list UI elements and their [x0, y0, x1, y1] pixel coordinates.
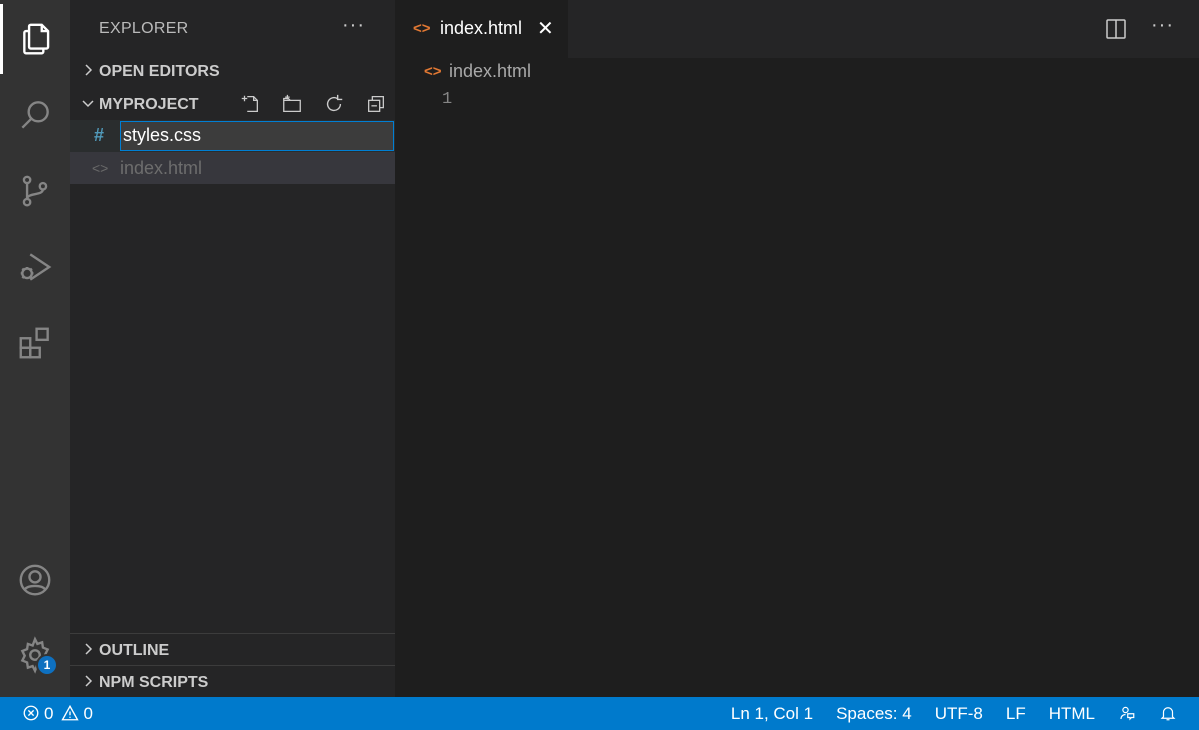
error-count: 0 — [44, 704, 54, 723]
sidebar-header: EXPLORER ··· — [70, 0, 395, 58]
section-npm-scripts[interactable]: NPM SCRIPTS — [70, 665, 395, 697]
cursor-position[interactable]: Ln 1, Col 1 — [731, 704, 813, 724]
tree-row-index-html[interactable]: <> index.html — [70, 152, 395, 184]
more-actions-icon[interactable]: ··· — [1151, 14, 1174, 37]
section-open-editors[interactable]: OPEN EDITORS — [70, 55, 395, 87]
end-of-line[interactable]: LF — [1006, 704, 1026, 724]
language-mode[interactable]: HTML — [1049, 704, 1095, 724]
section-label: NPM SCRIPTS — [99, 674, 209, 691]
notifications-bell-icon[interactable] — [1159, 704, 1177, 724]
split-editor-icon[interactable] — [1104, 17, 1128, 41]
html-file-icon: <> — [413, 20, 431, 37]
run-debug-icon[interactable] — [0, 232, 70, 302]
tab-label: index.html — [440, 18, 523, 38]
line-number: 1 — [442, 90, 453, 109]
tree-row-new-file: # styles.css — [70, 120, 395, 152]
section-myproject[interactable]: MYPROJECT — [70, 88, 395, 120]
source-control-icon[interactable] — [0, 156, 70, 226]
chevron-right-icon — [85, 64, 93, 76]
more-actions-icon[interactable]: ··· — [342, 14, 365, 37]
search-icon[interactable] — [0, 80, 70, 150]
file-name: index.html — [120, 158, 203, 178]
section-outline[interactable]: OUTLINE — [70, 633, 395, 665]
html-file-icon: <> — [92, 160, 109, 176]
indentation[interactable]: Spaces: 4 — [836, 704, 912, 724]
section-label: OUTLINE — [99, 642, 170, 659]
new-file-icon[interactable] — [236, 92, 264, 116]
explorer-icon[interactable] — [0, 4, 70, 74]
status-right: Ln 1, Col 1 Spaces: 4 UTF-8 LF HTML — [708, 704, 1177, 724]
section-label: MYPROJECT — [99, 96, 199, 113]
chevron-down-icon — [82, 100, 94, 108]
collapse-all-icon[interactable] — [362, 92, 390, 116]
problems-indicator[interactable]: 0 0 — [22, 704, 93, 724]
encoding[interactable]: UTF-8 — [935, 704, 983, 724]
settings-badge: 1 — [36, 654, 58, 676]
breadcrumb: <> index.html — [395, 58, 1199, 86]
breadcrumb-item[interactable]: index.html — [449, 61, 531, 82]
editor-tabs: <> index.html ✕ ··· — [395, 0, 1199, 58]
account-icon[interactable] — [0, 545, 70, 615]
refresh-icon[interactable] — [320, 92, 348, 116]
error-icon — [22, 704, 40, 724]
css-file-icon: # — [94, 125, 105, 145]
chevron-right-icon — [85, 675, 93, 687]
status-bar: 0 0 Ln 1, Col 1 Spaces: 4 UTF-8 LF HTML — [0, 697, 1199, 730]
sidebar-title: EXPLORER — [99, 20, 189, 37]
new-folder-icon[interactable] — [278, 92, 306, 116]
settings-gear-icon[interactable] — [0, 620, 70, 690]
activity-bar: 1 — [0, 0, 70, 697]
chevron-right-icon — [85, 643, 93, 655]
warning-icon — [61, 704, 80, 724]
explorer-sidebar: EXPLORER ··· OPEN EDITORS MYPROJECT # st… — [70, 0, 395, 697]
section-label: OPEN EDITORS — [99, 63, 220, 80]
html-file-icon: <> — [424, 63, 442, 80]
extensions-icon[interactable] — [0, 308, 70, 378]
code-editor[interactable]: 1 — [395, 86, 1199, 697]
feedback-icon[interactable] — [1118, 704, 1136, 724]
close-icon[interactable]: ✕ — [537, 16, 554, 41]
warning-count: 0 — [83, 704, 93, 723]
tab-index-html[interactable]: <> index.html ✕ — [395, 0, 568, 58]
rename-input[interactable]: styles.css — [120, 121, 394, 151]
project-actions — [236, 92, 390, 116]
